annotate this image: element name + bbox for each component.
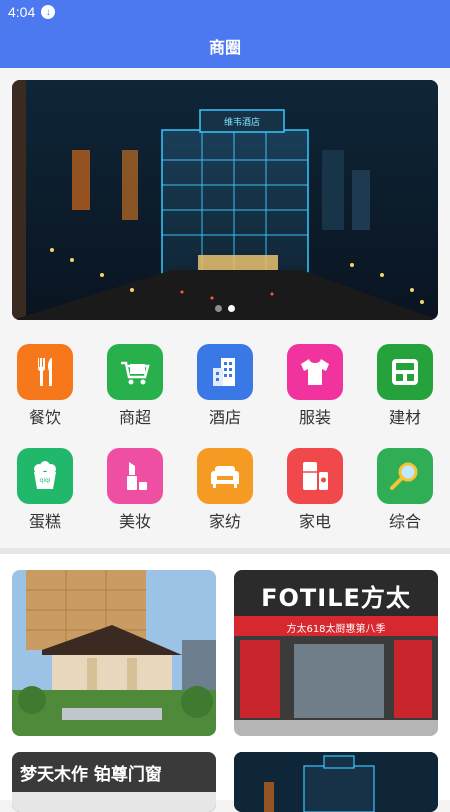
category-building-materials[interactable]: 建材 [360,338,450,442]
category-label: 餐饮 [28,408,61,427]
building-material-icon [377,344,433,400]
category-label: 综合 [388,512,421,531]
main-content: 维韦酒店 餐饮 商超 酒店 服装 建材 qiqi 蛋糕 美妆 家纺 家电 综合 … [0,68,450,812]
category-hotel[interactable]: 酒店 [180,338,270,442]
category-cosmetics[interactable]: 美妆 [90,442,180,538]
category-label: 服装 [298,408,331,427]
tshirt-icon [287,344,343,400]
category-label: 酒店 [208,408,241,427]
app-bar: 商圈 [0,24,450,68]
category-label: 美妆 [118,512,151,531]
carousel-dots [12,305,438,312]
utensils-icon [17,344,73,400]
shopping-cart-icon [107,344,163,400]
refrigerator-icon [287,448,343,504]
category-label: 家电 [298,512,331,531]
hotel-sign-text: 维韦酒店 [224,116,260,128]
hotel-photo [12,570,216,736]
download-icon: ↓ [41,5,56,19]
category-cake[interactable]: qiqi 蛋糕 [0,442,90,538]
category-label: 建材 [388,408,421,427]
status-time: 4:04 [8,4,36,20]
category-home-appliances[interactable]: 家电 [270,442,360,538]
category-label: 商超 [118,408,151,427]
shop-card-doors[interactable]: 梦天木作 铂尊门窗 [12,752,216,812]
magnifier-icon [377,448,433,504]
page-title: 商圈 [208,38,241,57]
building-icon [197,344,253,400]
sofa-icon [197,448,253,504]
category-general[interactable]: 综合 [360,442,450,538]
shop-card-night-hotel[interactable] [234,752,438,812]
lipstick-icon [107,448,163,504]
banner-hotel-image: 维韦酒店 [12,80,438,320]
night-hotel-photo [234,752,438,812]
cake-icon: qiqi [17,448,73,504]
fotile-banner-text: 方太618太厨惠第八季 [286,624,386,635]
svg-text:qiqi: qiqi [40,477,51,484]
shop-cards: FOTILE方太 方太618太厨惠第八季 梦天木作 铂尊门窗 [0,554,450,812]
status-bar: 4:04 ↓ [0,0,450,24]
shop-card-hotel[interactable] [12,570,216,736]
category-dining[interactable]: 餐饮 [0,338,90,442]
doors-sign: 梦天木作 铂尊门窗 [20,765,162,785]
category-supermarket[interactable]: 商超 [90,338,180,442]
fotile-sign: FOTILE方太 [261,584,411,612]
carousel-dot-active[interactable] [228,305,235,312]
carousel-dot[interactable] [215,305,222,312]
shop-card-fotile[interactable]: FOTILE方太 方太618太厨惠第八季 [234,570,438,736]
category-clothing[interactable]: 服装 [270,338,360,442]
category-home-textiles[interactable]: 家纺 [180,442,270,538]
category-label: 蛋糕 [28,512,61,531]
category-grid: 餐饮 商超 酒店 服装 建材 qiqi 蛋糕 美妆 家纺 家电 综合 [0,338,450,538]
banner-carousel[interactable]: 维韦酒店 [12,80,438,320]
category-label: 家纺 [208,512,241,531]
